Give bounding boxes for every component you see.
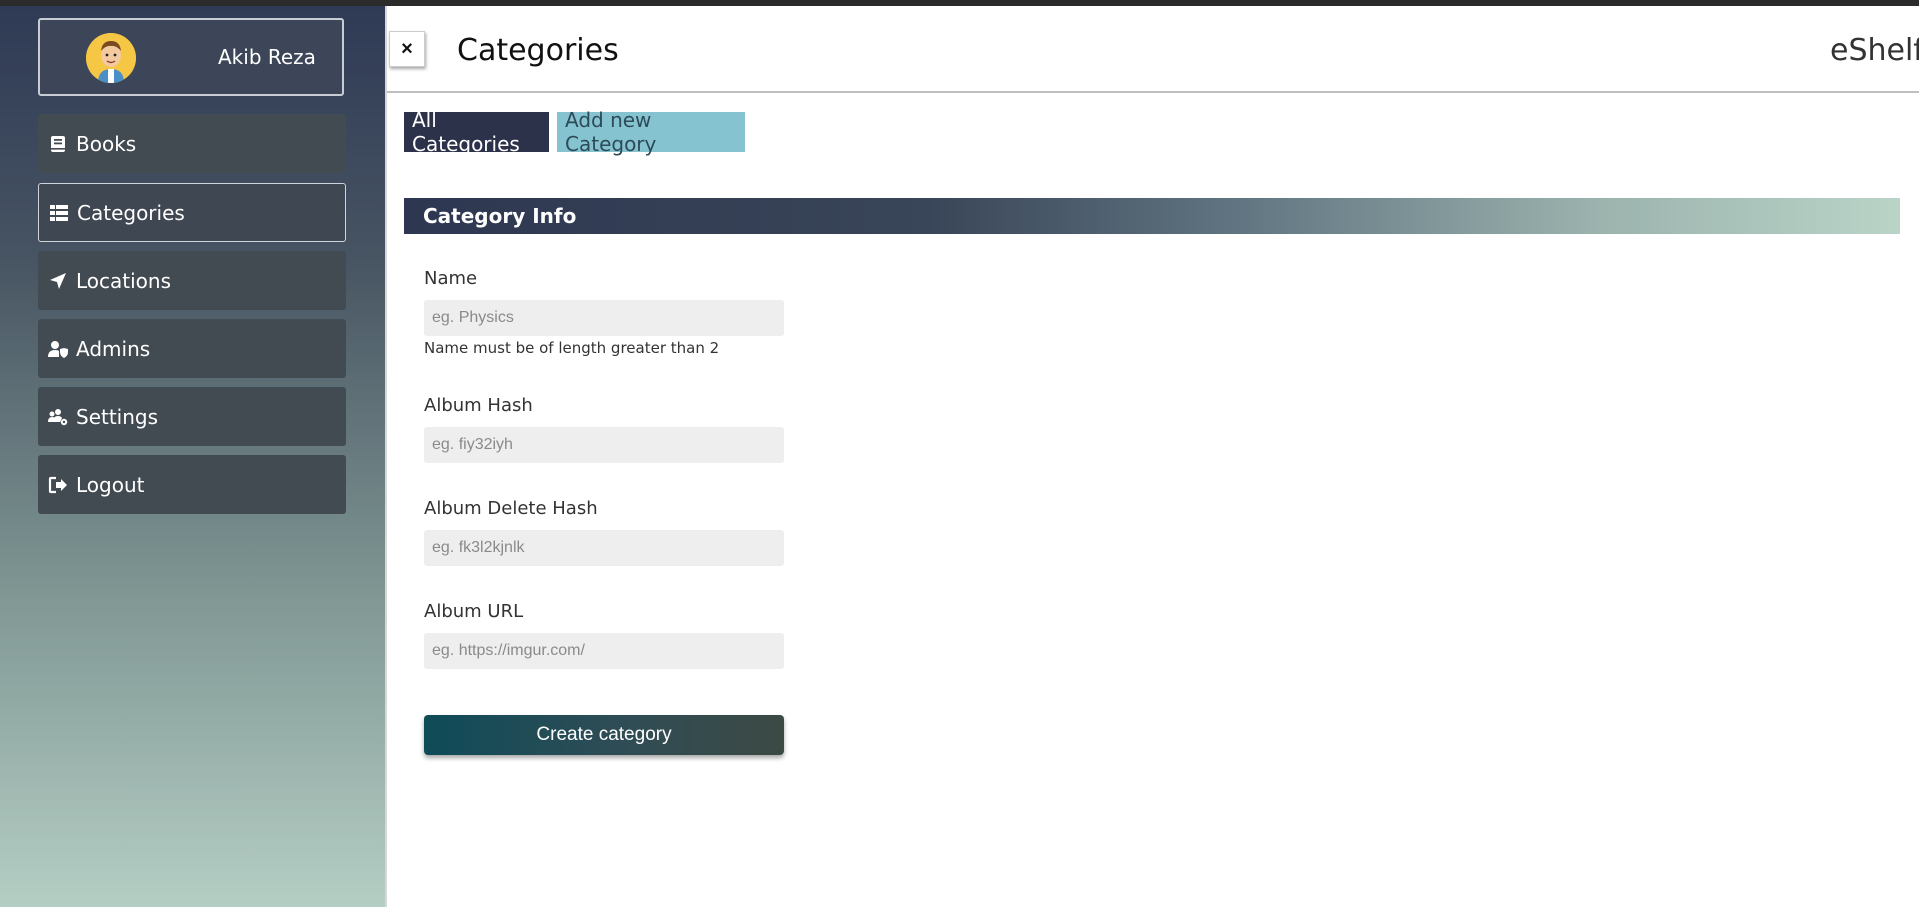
profile-card[interactable]: Akib Reza <box>38 18 344 96</box>
brand-name: eShelf <box>1830 33 1919 68</box>
album-hash-input[interactable] <box>424 427 784 463</box>
album-delete-hash-label: Album Delete Hash <box>424 498 598 519</box>
profile-name: Akib Reza <box>218 45 316 69</box>
sidebar-item-settings[interactable]: Settings <box>38 387 346 446</box>
book-icon <box>48 134 68 154</box>
sidebar-item-admins[interactable]: Admins <box>38 319 346 378</box>
name-helper-text: Name must be of length greater than 2 <box>424 339 720 357</box>
sidebar: Akib Reza Books Categories Locations Adm… <box>0 6 385 907</box>
tab-all-categories[interactable]: All Categories <box>404 108 549 156</box>
album-delete-hash-input[interactable] <box>424 530 784 566</box>
album-url-label: Album URL <box>424 601 524 622</box>
album-url-input[interactable] <box>424 633 784 669</box>
sidebar-item-categories[interactable]: Categories <box>38 183 346 242</box>
sidebar-item-locations[interactable]: Locations <box>38 251 346 310</box>
sidebar-item-label: Admins <box>76 336 151 361</box>
album-hash-label: Album Hash <box>424 395 533 416</box>
users-cog-icon <box>48 407 68 427</box>
sidebar-item-label: Locations <box>76 268 172 293</box>
create-category-button[interactable]: Create category <box>424 715 784 755</box>
category-info-header: Category Info <box>404 198 1900 234</box>
page-header: × Categories eShelf <box>387 6 1919 93</box>
sidebar-item-label: Settings <box>76 404 159 429</box>
page-title: Categories <box>457 33 619 68</box>
sidebar-item-books[interactable]: Books <box>38 114 346 173</box>
sign-out-icon <box>48 475 68 495</box>
tab-add-new-category[interactable]: Add new Category <box>557 108 745 156</box>
sidebar-item-label: Logout <box>76 472 145 497</box>
avatar <box>86 33 136 83</box>
user-shield-icon <box>48 339 68 359</box>
close-sidebar-button[interactable]: × <box>389 31 425 67</box>
sidebar-item-logout[interactable]: Logout <box>38 455 346 514</box>
name-label: Name <box>424 268 478 289</box>
sidebar-divider <box>385 6 387 907</box>
location-arrow-icon <box>48 271 68 291</box>
sidebar-item-label: Books <box>76 131 137 156</box>
sidebar-item-label: Categories <box>77 200 185 225</box>
list-icon <box>49 203 69 223</box>
name-input[interactable] <box>424 300 784 336</box>
